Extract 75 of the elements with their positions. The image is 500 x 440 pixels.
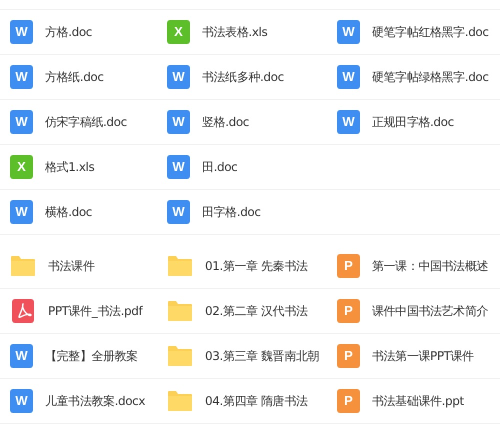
file-item[interactable]: W 仿宋字稿纸.doc [0,100,157,144]
file-name: 04.第四章 隋唐书法 [205,393,308,410]
word-file-icon: W [10,200,33,224]
folder-icon [167,389,193,413]
file-name: 方格.doc [45,24,92,41]
pdf-file-icon [10,299,36,323]
presentation-file-icon: P [337,254,360,278]
file-name: PPT课件_书法.pdf [48,303,142,320]
file-item[interactable]: W 【完整】全册教案 [0,334,157,378]
word-file-icon: W [337,110,360,134]
word-file-icon: W [10,110,33,134]
file-name: 02.第二章 汉代书法 [205,303,308,320]
file-name: 竖格.doc [202,114,249,131]
file-item[interactable]: W 田字格.doc [157,190,327,234]
word-file-icon: W [10,65,33,89]
file-item[interactable]: W 儿童书法教案.docx [0,379,157,423]
file-name: 正规田字格.doc [372,114,454,131]
file-name: 硬笔字帖绿格黑字.doc [372,69,489,86]
file-item[interactable]: 02.第二章 汉代书法 [157,289,327,333]
file-item[interactable]: 书法课件 [0,244,157,288]
folder-icon [10,254,36,278]
file-item[interactable]: P 第一课：中国书法概述 [327,244,500,288]
word-file-icon: W [167,110,190,134]
folder-icon [167,254,193,278]
file-name: 【完整】全册教案 [45,348,138,365]
file-name: 横格.doc [45,204,92,221]
word-file-icon: W [10,344,33,368]
file-item[interactable]: P 书法基础课件.ppt [327,379,500,423]
file-name: 田字格.doc [202,204,261,221]
file-item[interactable]: W 横格.doc [0,190,157,234]
spreadsheet-file-icon: X [167,20,190,44]
file-name: 格式1.xls [45,159,94,176]
file-item[interactable]: W 书法纸多种.doc [157,55,327,99]
file-name: 硬笔字帖红格黑字.doc [372,24,489,41]
file-item[interactable]: P 书法第一课PPT课件 [327,334,500,378]
file-item[interactable]: X 格式1.xls [0,145,157,189]
file-item[interactable]: W 方格.doc [0,10,157,54]
file-item[interactable]: P 课件中国书法艺术简介 [327,289,500,333]
word-file-icon: W [10,389,33,413]
file-name: 方格纸.doc [45,69,104,86]
file-name: 书法纸多种.doc [202,69,284,86]
file-name: 课件中国书法艺术简介 [372,303,488,320]
file-name: 01.第一章 先秦书法 [205,258,308,275]
word-file-icon: W [10,20,33,44]
file-name: 书法课件 [48,258,94,275]
file-item[interactable]: W 硬笔字帖红格黑字.doc [327,10,500,54]
file-item[interactable]: W 硬笔字帖绿格黑字.doc [327,55,500,99]
file-name: 03.第三章 魏晋南北朝 [205,348,320,365]
file-item[interactable]: PPT课件_书法.pdf [0,289,157,333]
file-name: 田.doc [202,159,238,176]
word-file-icon: W [337,20,360,44]
presentation-file-icon: P [337,299,360,323]
word-file-icon: W [337,65,360,89]
file-name: 第一课：中国书法概述 [372,258,488,275]
folder-icon [167,344,193,368]
file-item[interactable]: W 田.doc [157,145,327,189]
word-file-icon: W [167,65,190,89]
folder-icon [167,299,193,323]
file-item[interactable]: W 方格纸.doc [0,55,157,99]
file-name: 儿童书法教案.docx [45,393,146,410]
file-name: 仿宋字稿纸.doc [45,114,127,131]
presentation-file-icon: P [337,344,360,368]
word-file-icon: W [167,200,190,224]
file-name: 书法表格.xls [202,24,268,41]
file-item[interactable]: W 竖格.doc [157,100,327,144]
presentation-file-icon: P [337,389,360,413]
file-item[interactable]: 04.第四章 隋唐书法 [157,379,327,423]
file-item[interactable]: W 正规田字格.doc [327,100,500,144]
file-name: 书法第一课PPT课件 [372,348,474,365]
file-item[interactable]: 03.第三章 魏晋南北朝 [157,334,327,378]
word-file-icon: W [167,155,190,179]
spreadsheet-file-icon: X [10,155,33,179]
file-item[interactable]: X 书法表格.xls [157,10,327,54]
file-item[interactable]: 01.第一章 先秦书法 [157,244,327,288]
file-name: 书法基础课件.ppt [372,393,464,410]
